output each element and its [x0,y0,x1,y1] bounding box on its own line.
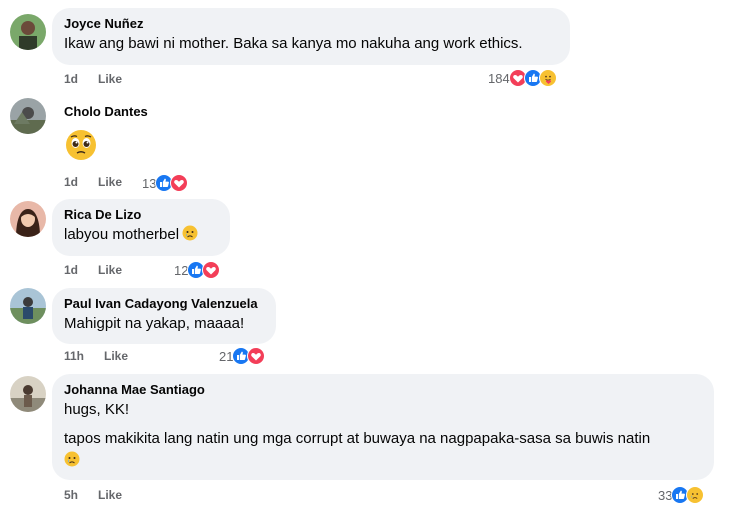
comment-bubble: Paul Ivan Cadayong Valenzuela Mahigpit n… [52,288,276,344]
comment-actions: 11h Like [64,348,128,364]
avatar[interactable] [10,376,46,412]
love-icon [202,261,221,279]
like-button[interactable]: Like [98,72,122,86]
like-button[interactable]: Like [98,488,122,502]
love-icon [247,347,266,365]
sad-icon [686,486,705,504]
like-button[interactable]: Like [98,175,122,189]
like-button[interactable]: Like [98,263,122,277]
comment-actions: 1d Like [64,174,122,190]
reaction-count: 184 [488,70,510,86]
reaction-summary[interactable]: 13 [142,173,189,193]
comment-author[interactable]: Rica De Lizo [64,207,218,223]
reaction-summary[interactable]: 33 [658,485,705,505]
comment-author[interactable]: Johanna Mae Santiago [64,382,702,398]
comment-text-2: tapos makikita lang natin ung mga corrup… [64,430,651,447]
comment-time[interactable]: 1d [64,263,78,277]
reaction-count: 21 [219,348,234,364]
comment-time[interactable]: 1d [64,72,78,86]
reaction-summary[interactable]: 12 [174,260,221,280]
comment-text: hugs, KK! [64,401,130,418]
avatar[interactable] [10,288,46,324]
comment-bubble: Joyce Nuñez Ikaw ang bawi ni mother. Bak… [52,8,570,65]
comment-actions: 1d Like [64,71,122,87]
avatar[interactable] [10,14,46,50]
comment-content: Cholo Dantes [64,104,148,162]
comment-text: Ikaw ang bawi ni mother. Baka sa kanya m… [64,35,523,52]
avatar[interactable] [10,98,46,134]
reaction-summary[interactable]: 184 [488,68,557,88]
comment-text: labyou motherbel [64,226,180,243]
crying-face-emoji [64,451,80,467]
like-button[interactable]: Like [104,349,128,363]
comment-time[interactable]: 1d [64,175,78,189]
reaction-count: 12 [174,262,189,278]
comment-author[interactable]: Joyce Nuñez [64,16,558,32]
comment-bubble: Johanna Mae Santiago hugs, KK! tapos mak… [52,374,714,480]
love-icon [170,174,189,192]
reaction-count: 33 [658,487,673,503]
comment-actions: 5h Like [64,487,122,503]
comment-time[interactable]: 11h [64,349,84,363]
comment-text: Mahigpit na yakap, maaaa! [64,315,245,332]
reaction-summary[interactable]: 21 [219,346,266,366]
comment-actions: 1d Like [64,262,122,278]
comment-bubble: Rica De Lizo labyou motherbel [52,199,230,256]
reaction-count: 13 [142,175,157,191]
pleading-face-emoji [64,128,98,162]
crying-face-emoji [182,225,198,241]
care-icon [538,69,557,87]
comment-author[interactable]: Cholo Dantes [64,104,148,120]
comment-time[interactable]: 5h [64,488,78,502]
avatar[interactable] [10,201,46,237]
comment-author[interactable]: Paul Ivan Cadayong Valenzuela [64,296,264,312]
